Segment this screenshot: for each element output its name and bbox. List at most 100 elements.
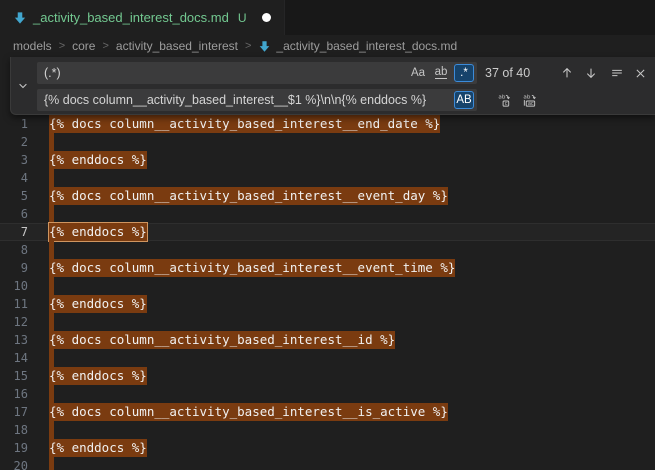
editor-line[interactable]: {% docs column__activity_based_interest_… — [49, 331, 655, 349]
editor-line[interactable] — [49, 457, 655, 470]
zero-width-match-highlight — [49, 277, 54, 295]
next-match-button[interactable] — [580, 62, 602, 84]
match-highlight: {% docs column__activity_based_interest_… — [49, 115, 440, 133]
find-input-box: Aa ab .* — [37, 62, 477, 84]
match-case-button[interactable]: Aa — [408, 64, 428, 82]
editor-line[interactable]: {% enddocs %} — [49, 223, 655, 241]
replace-options: AB — [454, 91, 474, 109]
editor[interactable]: 1234567891011121314151617181920 {% docs … — [0, 115, 655, 470]
find-widget: Aa ab .* 37 of 40 — [10, 57, 655, 115]
line-number: 16 — [0, 385, 28, 403]
editor-line[interactable]: {% enddocs %} — [49, 295, 655, 313]
dbt-file-icon — [258, 40, 271, 53]
replace-input-box: AB — [37, 89, 477, 111]
editor-line[interactable]: {% enddocs %} — [49, 151, 655, 169]
breadcrumb-separator: > — [102, 40, 108, 52]
editor-line[interactable]: {% enddocs %} — [49, 367, 655, 385]
breadcrumb: models > core > activity_based_interest … — [0, 35, 655, 57]
replace-button[interactable]: ab c — [493, 89, 515, 111]
line-number: 8 — [0, 241, 28, 259]
chevron-down-icon — [17, 80, 29, 92]
zero-width-match-highlight — [49, 349, 54, 367]
match-highlight: {% enddocs %} — [49, 295, 147, 313]
match-highlight: {% enddocs %} — [49, 439, 147, 457]
editor-line[interactable] — [49, 169, 655, 187]
find-options: Aa ab .* — [408, 64, 474, 82]
selection-lines-icon — [610, 66, 624, 80]
regex-label: .* — [460, 67, 468, 79]
editor-line[interactable] — [49, 349, 655, 367]
zero-width-match-highlight — [49, 313, 54, 331]
breadcrumb-item-file[interactable]: _activity_based_interest_docs.md — [258, 39, 457, 53]
line-number: 2 — [0, 133, 28, 151]
dbt-file-icon — [13, 11, 27, 25]
svg-text:ab: ab — [498, 94, 505, 100]
breadcrumb-item-models[interactable]: models — [13, 39, 52, 53]
svg-text:ac: ac — [527, 101, 533, 107]
replace-all-button[interactable]: ab ac — [518, 89, 540, 111]
editor-line[interactable]: {% enddocs %} — [49, 439, 655, 457]
regex-button[interactable]: .* — [454, 64, 474, 82]
line-number: 10 — [0, 277, 28, 295]
breadcrumb-item-activity-based-interest[interactable]: activity_based_interest — [116, 39, 238, 53]
editor-line[interactable] — [49, 133, 655, 151]
match-case-label: Aa — [411, 67, 425, 79]
svg-text:ab: ab — [523, 94, 530, 100]
match-highlight: {% docs column__activity_based_interest_… — [49, 187, 448, 205]
line-number: 13 — [0, 331, 28, 349]
editor-line[interactable] — [49, 385, 655, 403]
line-number: 9 — [0, 259, 28, 277]
current-match-highlight: {% enddocs %} — [49, 223, 147, 241]
tab-label: _activity_based_interest_docs.md — [33, 10, 229, 25]
breadcrumb-item-core[interactable]: core — [72, 39, 95, 53]
arrow-up-icon — [560, 66, 574, 80]
line-number: 7 — [0, 223, 28, 241]
match-highlight: {% docs column__activity_based_interest_… — [49, 331, 395, 349]
breadcrumb-separator: > — [59, 40, 65, 52]
editor-line[interactable]: {% docs column__activity_based_interest_… — [49, 403, 655, 421]
preserve-case-button[interactable]: AB — [454, 91, 474, 109]
line-number: 18 — [0, 421, 28, 439]
line-number: 17 — [0, 403, 28, 421]
replace-all-icon: ab ac — [522, 93, 537, 108]
match-highlight: {% docs column__activity_based_interest_… — [49, 259, 455, 277]
line-number: 12 — [0, 313, 28, 331]
line-number: 1 — [0, 115, 28, 133]
replace-input[interactable] — [37, 93, 454, 107]
line-number: 20 — [0, 457, 28, 470]
modified-dot-close-button[interactable] — [262, 13, 271, 22]
editor-line[interactable] — [49, 421, 655, 439]
line-number: 4 — [0, 169, 28, 187]
editor-line[interactable] — [49, 313, 655, 331]
match-count: 37 of 40 — [485, 62, 530, 84]
find-input[interactable] — [37, 66, 408, 80]
match-highlight: {% enddocs %} — [49, 367, 147, 385]
whole-word-label: ab — [435, 67, 448, 79]
editor-line[interactable] — [49, 277, 655, 295]
line-number: 3 — [0, 151, 28, 169]
toggle-replace-button[interactable] — [11, 57, 35, 114]
line-number: 15 — [0, 367, 28, 385]
line-number: 19 — [0, 439, 28, 457]
editor-line[interactable]: {% docs column__activity_based_interest_… — [49, 115, 655, 133]
tab-activity-based-interest-docs[interactable]: _activity_based_interest_docs.md U — [0, 0, 285, 35]
line-number: 14 — [0, 349, 28, 367]
editor-line[interactable]: {% docs column__activity_based_interest_… — [49, 259, 655, 277]
line-number: 6 — [0, 205, 28, 223]
previous-match-button[interactable] — [556, 62, 578, 84]
editor-line[interactable] — [49, 205, 655, 223]
code-area[interactable]: {% docs column__activity_based_interest_… — [49, 115, 655, 470]
svg-text:c: c — [504, 101, 507, 107]
arrow-down-icon — [584, 66, 598, 80]
whole-word-button[interactable]: ab — [431, 64, 451, 82]
preserve-case-label: AB — [456, 94, 471, 106]
zero-width-match-highlight — [49, 133, 54, 151]
line-number: 5 — [0, 187, 28, 205]
replace-icon: ab c — [497, 93, 512, 108]
editor-line[interactable] — [49, 241, 655, 259]
zero-width-match-highlight — [49, 385, 54, 403]
match-highlight: {% docs column__activity_based_interest_… — [49, 403, 448, 421]
close-find-button[interactable] — [629, 62, 651, 84]
find-in-selection-button[interactable] — [606, 62, 628, 84]
editor-line[interactable]: {% docs column__activity_based_interest_… — [49, 187, 655, 205]
